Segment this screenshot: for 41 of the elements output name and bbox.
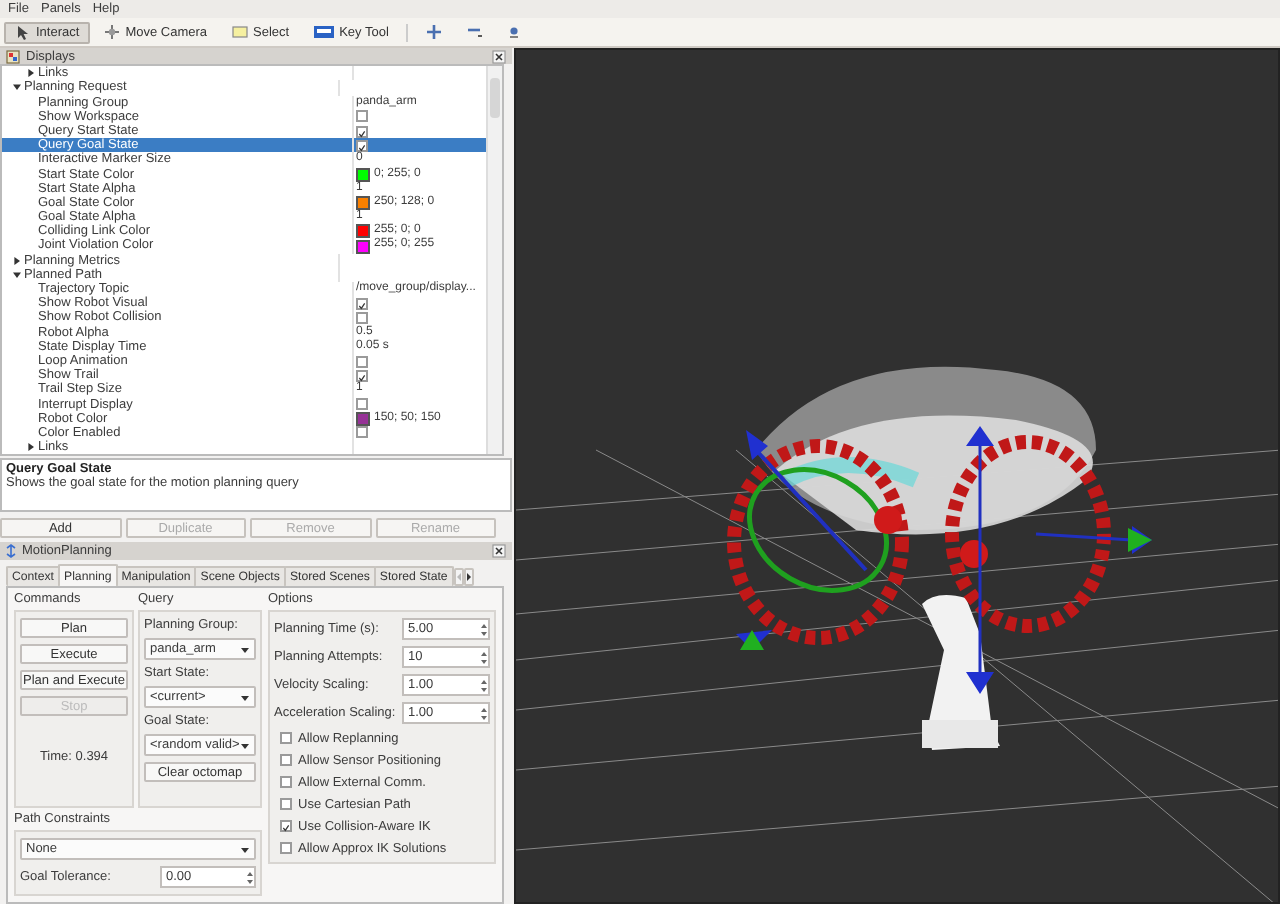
caret-down-icon [240,693,250,701]
spin-arrows-icon [480,649,488,665]
minus-icon [466,24,483,40]
caret-down-icon [240,741,250,749]
expanded-arrow-icon[interactable] [12,82,22,93]
checkbox[interactable] [280,776,292,788]
checkbox[interactable] [356,426,368,439]
tab-scroll-right-button[interactable] [463,568,474,586]
spin-arrows-icon [246,869,254,885]
checkbox[interactable] [280,842,292,854]
collapsed-arrow-icon[interactable] [12,255,22,266]
checkbox[interactable] [356,398,368,411]
crosshair-icon [103,24,120,40]
checkbox[interactable] [280,798,292,810]
checkbox[interactable] [356,369,368,382]
collapsed-arrow-icon[interactable] [26,68,36,79]
cursor-icon [14,24,30,40]
checkbox[interactable] [280,754,292,766]
point-icon [506,24,523,40]
scrollbar[interactable] [486,66,502,455]
close-icon[interactable] [492,49,506,64]
checkbox[interactable] [356,297,368,310]
checkbox[interactable] [280,732,292,744]
checkbox[interactable] [280,820,292,832]
caret-down-icon [240,645,250,653]
collapsed-arrow-icon[interactable] [26,442,36,453]
rectangle-icon [231,24,248,40]
checkbox[interactable] [356,125,368,138]
close-icon[interactable] [492,544,506,558]
checkbox[interactable] [356,355,368,368]
spin-arrows-icon [480,677,488,693]
checkbox[interactable] [356,311,368,324]
displays-icon [6,49,20,64]
motion-planning-icon [6,544,16,558]
keyboard-icon [313,24,334,40]
caret-down-icon [240,845,250,853]
spin-arrows-icon [480,621,488,637]
spin-arrows-icon [480,705,488,721]
checkbox[interactable] [356,110,368,123]
checkbox[interactable] [356,139,368,152]
expanded-arrow-icon[interactable] [12,269,22,280]
